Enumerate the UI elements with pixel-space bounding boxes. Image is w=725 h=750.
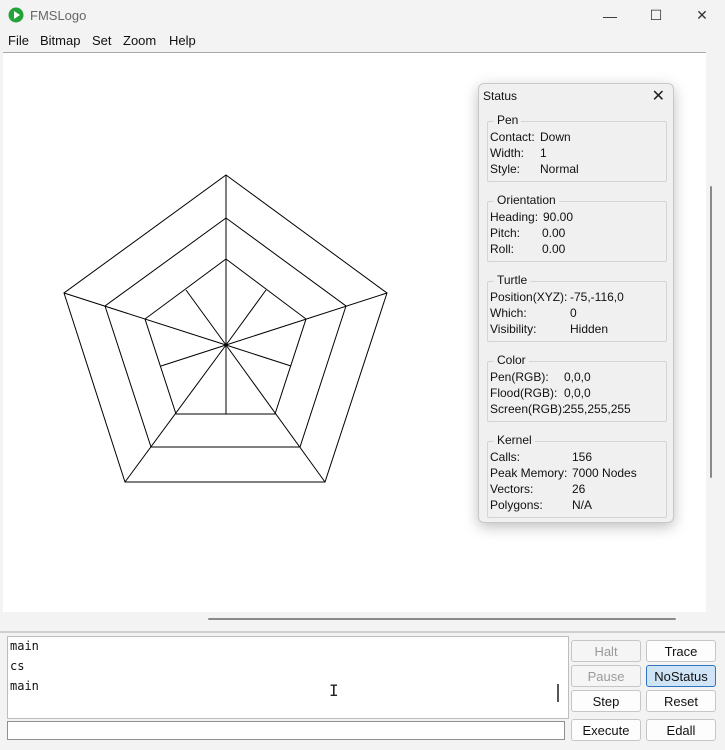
visibility-row: Visibility: Hidden <box>490 322 608 336</box>
color-group: Color Pen(RGB): 0,0,0 Flood(RGB): 0,0,0 Sc… <box>487 353 667 422</box>
pen-label: Pen <box>494 113 522 127</box>
trace-button[interactable]: Trace <box>646 640 716 662</box>
history-scrollbar[interactable] <box>557 684 559 702</box>
calls-value: 156 <box>572 450 593 464</box>
position-row: Position(XYZ): -75,-116,0 <box>490 290 624 304</box>
orientation-label: Orientation <box>494 193 559 207</box>
horizontal-scrollbar-track <box>3 612 718 626</box>
horizontal-scrollbar[interactable] <box>208 618 676 620</box>
flood-rgb-value: 0,0,0 <box>564 386 591 400</box>
heading-value: 90.00 <box>543 210 574 224</box>
heading-row: Heading: 90.00 <box>490 210 573 224</box>
fmslogo-app-icon <box>8 7 24 23</box>
visibility-key: Visibility: <box>490 322 537 336</box>
pitch-value: 0.00 <box>542 226 566 240</box>
history-line[interactable]: main <box>10 639 39 653</box>
status-title: Status <box>483 89 518 103</box>
pen-contact-value: Down <box>540 130 571 144</box>
screen-rgb-value: 255,255,255 <box>564 402 631 416</box>
nostatus-button[interactable]: NoStatus <box>646 665 716 687</box>
pen-rgb-row: Pen(RGB): 0,0,0 <box>490 370 591 384</box>
step-button[interactable]: Step <box>571 690 641 712</box>
screen-rgb-key: Screen(RGB): <box>490 402 566 416</box>
text-cursor-icon: I <box>329 681 339 700</box>
pen-width-row: Width: 1 <box>490 146 547 160</box>
which-row: Which: 0 <box>490 306 577 320</box>
pen-contact-row: Contact: Down <box>490 130 571 144</box>
turtle-group: Turtle Position(XYZ): -75,-116,0 Which: 0 … <box>487 273 667 342</box>
polygons-key: Polygons: <box>490 498 543 512</box>
position-key: Position(XYZ): <box>490 290 568 304</box>
calls-key: Calls: <box>490 450 521 464</box>
vectors-row: Vectors: 26 <box>490 482 585 496</box>
pen-group: Pen Contact: Down Width: 1 Style: Normal <box>487 113 667 182</box>
menu-file[interactable]: File <box>8 33 29 48</box>
vertical-scrollbar[interactable] <box>710 186 712 478</box>
polygons-value: N/A <box>572 498 593 512</box>
vectors-key: Vectors: <box>490 482 534 496</box>
pen-contact-key: Contact: <box>490 130 535 144</box>
close-button[interactable]: ✕ <box>679 0 725 31</box>
reset-button[interactable]: Reset <box>646 690 716 712</box>
menu-set[interactable]: Set <box>92 33 112 48</box>
flood-rgb-key: Flood(RGB): <box>490 386 558 400</box>
roll-row: Roll: 0.00 <box>490 242 565 256</box>
turtle-label: Turtle <box>494 273 531 287</box>
roll-value: 0.00 <box>542 242 566 256</box>
flood-rgb-row: Flood(RGB): 0,0,0 <box>490 386 591 400</box>
color-label: Color <box>494 353 529 367</box>
menu-help[interactable]: Help <box>169 33 196 48</box>
calls-row: Calls: 156 <box>490 450 592 464</box>
which-value: 0 <box>570 306 577 320</box>
pen-style-value: Normal <box>540 162 579 176</box>
screen-rgb-row: Screen(RGB): 255,255,255 <box>490 402 631 416</box>
halt-button[interactable]: Halt <box>571 640 641 662</box>
peak-memory-row: Peak Memory: 7000 Nodes <box>490 466 637 480</box>
peak-memory-key: Peak Memory: <box>490 466 568 480</box>
history-line[interactable]: main <box>10 679 39 693</box>
window-title: FMSLogo <box>30 8 87 23</box>
menu-bitmap[interactable]: Bitmap <box>40 33 80 48</box>
orientation-group: Orientation Heading: 90.00 Pitch: 0.00 Rol… <box>487 193 667 262</box>
status-window: Status ✕ Pen Contact: Down Width: 1 Style:… <box>478 83 674 523</box>
vectors-value: 26 <box>572 482 586 496</box>
close-icon[interactable]: ✕ <box>652 86 665 106</box>
pen-rgb-key: Pen(RGB): <box>490 370 549 384</box>
pitch-key: Pitch: <box>490 226 521 240</box>
execute-button[interactable]: Execute <box>571 719 641 741</box>
polygons-row: Polygons: N/A <box>490 498 592 512</box>
splitter[interactable] <box>0 631 725 633</box>
menu-bar: File Bitmap Set Zoom Help <box>0 31 725 51</box>
maximize-button[interactable]: ☐ <box>633 0 679 31</box>
edall-button[interactable]: Edall <box>646 719 716 741</box>
heading-key: Heading: <box>490 210 539 224</box>
pause-button[interactable]: Pause <box>571 665 641 687</box>
which-key: Which: <box>490 306 527 320</box>
pen-rgb-value: 0,0,0 <box>564 370 591 384</box>
visibility-value: Hidden <box>570 322 609 336</box>
roll-key: Roll: <box>490 242 515 256</box>
peak-memory-value: 7000 Nodes <box>572 466 637 480</box>
position-value: -75,-116,0 <box>570 290 624 304</box>
pen-style-row: Style: Normal <box>490 162 579 176</box>
pen-style-key: Style: <box>490 162 521 176</box>
command-history[interactable]: main cs main I <box>7 636 569 719</box>
pen-width-key: Width: <box>490 146 525 160</box>
pitch-row: Pitch: 0.00 <box>490 226 565 240</box>
command-input[interactable] <box>7 721 565 740</box>
history-line[interactable]: cs <box>10 659 24 673</box>
title-bar: FMSLogo — ☐ ✕ <box>0 0 725 31</box>
menu-zoom[interactable]: Zoom <box>123 33 156 48</box>
kernel-group: Kernel Calls: 156 Peak Memory: 7000 Nodes … <box>487 433 667 518</box>
kernel-label: Kernel <box>494 433 535 447</box>
pen-width-value: 1 <box>540 146 547 160</box>
minimize-button[interactable]: — <box>587 0 633 31</box>
